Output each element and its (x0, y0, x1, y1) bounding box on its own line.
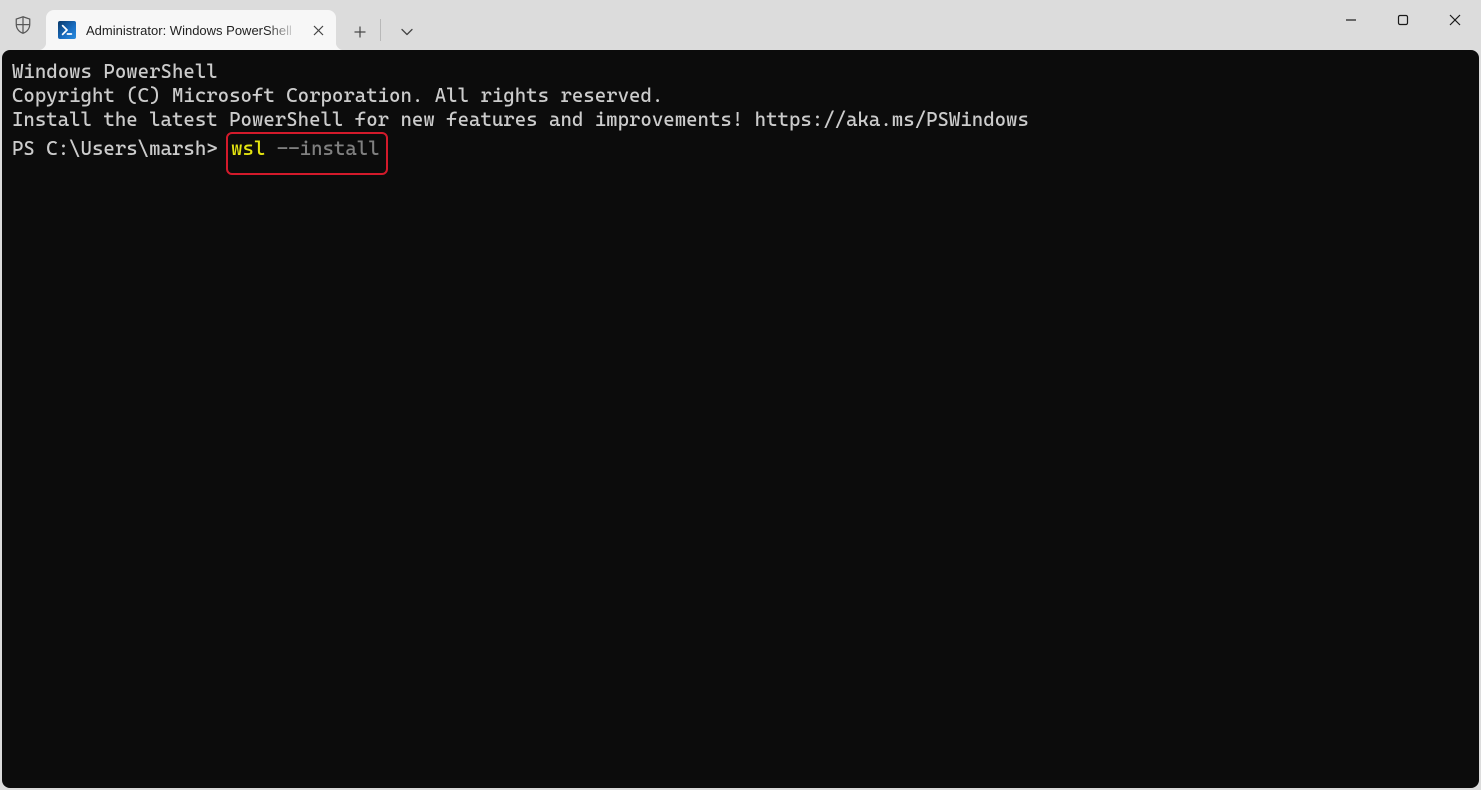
command-highlight: wsl --install (226, 132, 388, 175)
plus-icon (354, 26, 366, 38)
tab-divider (380, 19, 381, 41)
new-tab-button[interactable] (342, 14, 378, 50)
command-argument: --install (277, 137, 380, 160)
minimize-icon (1345, 14, 1357, 26)
tab-dropdown-button[interactable] (389, 14, 425, 50)
minimize-button[interactable] (1325, 0, 1377, 40)
shield-icon (14, 15, 32, 35)
terminal-line: Copyright (C) Microsoft Corporation. All… (12, 84, 1469, 108)
window-titlebar: Administrator: Windows PowerShell (0, 0, 1481, 50)
terminal-prompt-line: PS C:\Users\marsh> wsl --install (12, 132, 1469, 175)
prompt-text: PS C:\Users\marsh> (12, 137, 229, 160)
command-name: wsl (231, 137, 277, 160)
tab-powershell[interactable]: Administrator: Windows PowerShell (46, 10, 336, 50)
terminal-line: Windows PowerShell (12, 60, 1469, 84)
close-window-button[interactable] (1429, 0, 1481, 40)
close-icon (313, 25, 324, 36)
close-icon (1449, 14, 1461, 26)
maximize-icon (1397, 14, 1409, 26)
terminal-line: Install the latest PowerShell for new fe… (12, 108, 1469, 132)
chevron-down-icon (401, 28, 413, 36)
maximize-button[interactable] (1377, 0, 1429, 40)
powershell-icon (58, 21, 76, 39)
tab-title: Administrator: Windows PowerShell (86, 23, 298, 38)
tab-close-button[interactable] (308, 20, 328, 40)
terminal-body[interactable]: Windows PowerShell Copyright (C) Microso… (2, 50, 1479, 788)
tab-strip: Administrator: Windows PowerShell (46, 0, 425, 50)
window-controls (1325, 0, 1481, 40)
